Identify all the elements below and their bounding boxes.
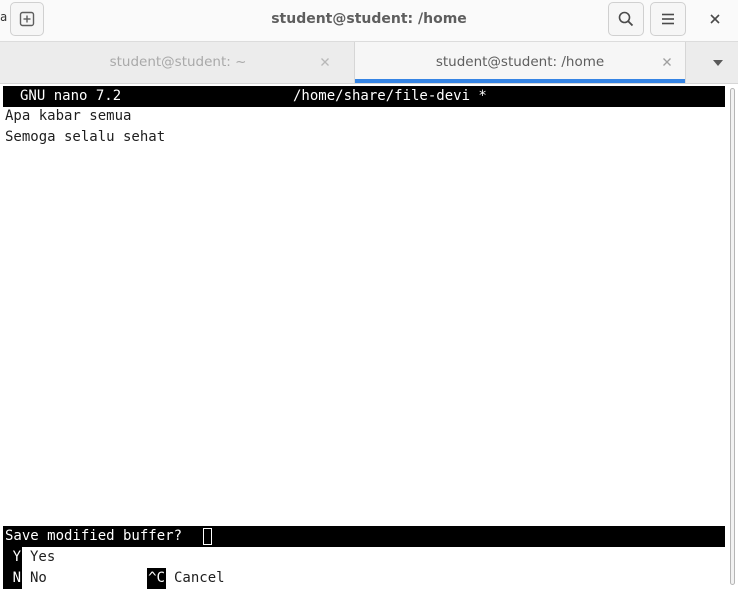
close-icon <box>709 13 721 25</box>
tab-home[interactable]: student@student: /home <box>354 42 686 83</box>
tab-close-button[interactable] <box>660 55 674 69</box>
scrollbar-thumb[interactable] <box>730 88 735 585</box>
buffer-line: Apa kabar semua <box>5 108 132 124</box>
left-edge-glyph: a <box>0 10 8 24</box>
option-key-no[interactable]: N <box>3 568 22 589</box>
terminal-scrollbar[interactable] <box>727 84 738 589</box>
active-tab-indicator <box>355 79 685 83</box>
search-icon <box>618 11 634 27</box>
text-cursor <box>203 528 212 545</box>
search-button[interactable] <box>608 2 644 36</box>
tab-close-button[interactable] <box>318 55 332 69</box>
option-key-cancel[interactable]: ^C <box>147 568 166 589</box>
prompt-option-row: N No ^C Cancel <box>3 568 225 589</box>
option-label-cancel[interactable]: Cancel <box>174 568 225 589</box>
option-label-yes[interactable]: Yes <box>30 547 55 568</box>
tab-home-dir[interactable]: student@student: ~ <box>3 42 353 83</box>
hamburger-menu-icon <box>660 11 676 27</box>
tab-label: student@student: /home <box>435 54 605 70</box>
option-label-no[interactable]: No <box>30 568 47 589</box>
close-icon <box>663 58 671 66</box>
nano-filename: /home/share/file-devi * <box>293 88 487 104</box>
terminal-window: a student@student: /home student@student… <box>0 0 738 589</box>
tab-label: student@student: ~ <box>109 54 247 70</box>
plus-square-icon <box>19 11 35 27</box>
window-close-button[interactable] <box>700 4 730 34</box>
menu-button[interactable] <box>650 2 686 36</box>
tab-bar: student@student: ~ student@student: /hom… <box>0 42 738 84</box>
nano-title-bar: GNU nano 7.2 /home/share/file-devi * <box>3 86 725 107</box>
option-key-yes[interactable]: Y <box>3 547 22 568</box>
prompt-option-row: Y Yes <box>3 547 55 568</box>
terminal-view[interactable]: GNU nano 7.2 /home/share/file-devi * Apa… <box>3 84 725 589</box>
tab-list-dropdown[interactable] <box>700 42 736 83</box>
chevron-down-icon <box>712 59 724 67</box>
nano-version: GNU nano 7.2 <box>20 88 122 104</box>
save-prompt-bar: Save modified buffer? <box>3 526 725 547</box>
close-icon <box>321 58 329 66</box>
buffer-line: Semoga selalu sehat <box>5 129 166 145</box>
header-bar: a student@student: /home <box>0 0 738 42</box>
save-prompt-text: Save modified buffer? <box>5 528 183 544</box>
new-tab-button[interactable] <box>10 2 44 36</box>
